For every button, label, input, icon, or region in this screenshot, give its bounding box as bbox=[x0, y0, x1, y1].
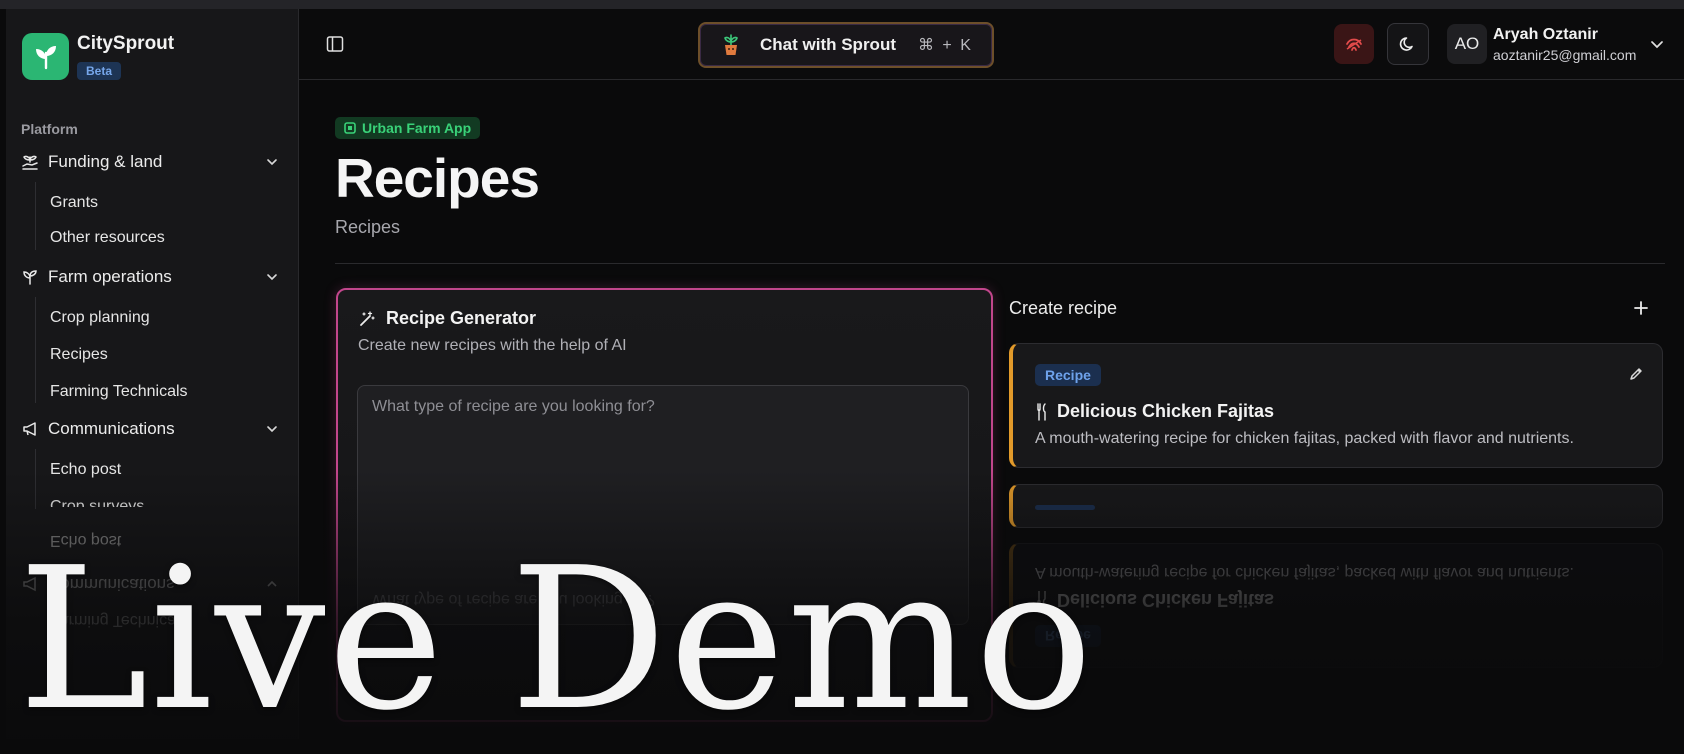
citysprout-logo[interactable] bbox=[22, 33, 69, 80]
live-demo-watermark: Live Demo bbox=[18, 526, 1095, 754]
chat-label: Chat with Sprout bbox=[760, 35, 896, 54]
chevron-down-icon bbox=[264, 421, 280, 437]
leaf-icon bbox=[35, 45, 56, 69]
magic-wand-icon bbox=[360, 310, 375, 326]
sidebar-item-crop-surveys[interactable]: Crop surveys bbox=[50, 498, 144, 507]
user-avatar[interactable]: AO bbox=[1447, 24, 1487, 64]
nav-subrule bbox=[35, 182, 36, 250]
recipe-title-row: Delicious Chicken Fajitas bbox=[1035, 401, 1274, 422]
nav-subrule bbox=[35, 449, 36, 509]
sidebar-item-echo-post[interactable]: Echo post bbox=[50, 461, 121, 479]
top-edge bbox=[0, 0, 1684, 9]
keyboard-shortcut: ⌘ + K bbox=[917, 37, 973, 54]
recipe-badge-placeholder bbox=[1035, 505, 1095, 510]
sidebar-item-grants[interactable]: Grants bbox=[50, 194, 98, 212]
nav-section-platform: Platform bbox=[21, 121, 78, 137]
nav-group-farm-operations[interactable]: Farm operations bbox=[20, 261, 280, 293]
potted-plant-icon bbox=[724, 34, 738, 55]
nav-group-label: Farm operations bbox=[48, 267, 172, 286]
brand-name: CitySprout bbox=[77, 33, 175, 54]
generator-title: Recipe Generator bbox=[386, 308, 537, 328]
recipe-description: A mouth-watering recipe for chicken faji… bbox=[1035, 430, 1574, 447]
sidebar-item-crop-planning[interactable]: Crop planning bbox=[50, 309, 150, 327]
app-badge: Urban Farm App bbox=[335, 117, 481, 139]
recipe-card-collapsed[interactable] bbox=[1009, 484, 1663, 528]
sprout-hand-icon bbox=[20, 152, 40, 172]
add-recipe-button[interactable] bbox=[1631, 298, 1651, 318]
sidebar-item-other-resources[interactable]: Other resources bbox=[50, 229, 165, 247]
panel-left-icon bbox=[326, 36, 344, 52]
refresh-square-icon bbox=[344, 122, 356, 134]
generator-header: Recipe Generator bbox=[358, 308, 536, 329]
chevron-down-icon[interactable] bbox=[1649, 36, 1665, 52]
recipe-card-reflection: Recipe Delicious Chicken Fajitas A mouth… bbox=[1009, 543, 1663, 668]
recipe-card[interactable]: Recipe Delicious Chicken Fajitas A mouth… bbox=[1009, 343, 1663, 468]
nav-group-label: Communications bbox=[48, 419, 175, 438]
nav-group-communications[interactable]: Communications bbox=[20, 413, 280, 445]
chevron-down-icon bbox=[264, 269, 280, 285]
user-name[interactable]: Aryah Oztanir bbox=[1493, 26, 1598, 44]
utensils-icon bbox=[1037, 402, 1046, 421]
user-email: aoztanir25@gmail.com bbox=[1493, 47, 1637, 63]
nav-group-label: Funding & land bbox=[48, 152, 163, 171]
theme-toggle-button[interactable] bbox=[1387, 23, 1429, 65]
sidebar-item-farming-technicals[interactable]: Farming Technicals bbox=[50, 383, 188, 401]
app-badge-label: Urban Farm App bbox=[362, 120, 472, 136]
recipe-description: A mouth-watering recipe for chicken faji… bbox=[1035, 564, 1574, 581]
page-title: Recipes bbox=[335, 147, 540, 209]
status-button[interactable] bbox=[1334, 24, 1374, 64]
moon-icon bbox=[1399, 37, 1413, 51]
megaphone-icon bbox=[20, 419, 40, 439]
plus-icon bbox=[1634, 301, 1648, 315]
generator-description: Create new recipes with the help of AI bbox=[358, 337, 627, 354]
beta-badge: Beta bbox=[77, 62, 122, 80]
seedling-icon bbox=[20, 267, 40, 287]
page-subtitle: Recipes bbox=[335, 217, 401, 237]
top-header: Chat with Sprout ⌘ + K AO Aryah Oztanir … bbox=[299, 9, 1684, 80]
nav-subrule bbox=[35, 297, 36, 403]
pencil-icon[interactable] bbox=[1628, 366, 1644, 382]
sidebar-item-recipes[interactable]: Recipes bbox=[50, 346, 108, 364]
signal-icon bbox=[1346, 38, 1362, 51]
create-recipe-title: Create recipe bbox=[1009, 298, 1118, 318]
sidebar-toggle-button[interactable] bbox=[324, 33, 346, 55]
nav-group-funding-land[interactable]: Funding & land bbox=[20, 146, 280, 178]
chevron-down-icon bbox=[264, 154, 280, 170]
chat-with-sprout-button[interactable]: Chat with Sprout ⌘ + K bbox=[698, 22, 994, 68]
page-divider bbox=[335, 263, 1665, 264]
recipe-title: Delicious Chicken Fajitas bbox=[1057, 401, 1275, 421]
recipe-badge: Recipe bbox=[1035, 364, 1101, 386]
